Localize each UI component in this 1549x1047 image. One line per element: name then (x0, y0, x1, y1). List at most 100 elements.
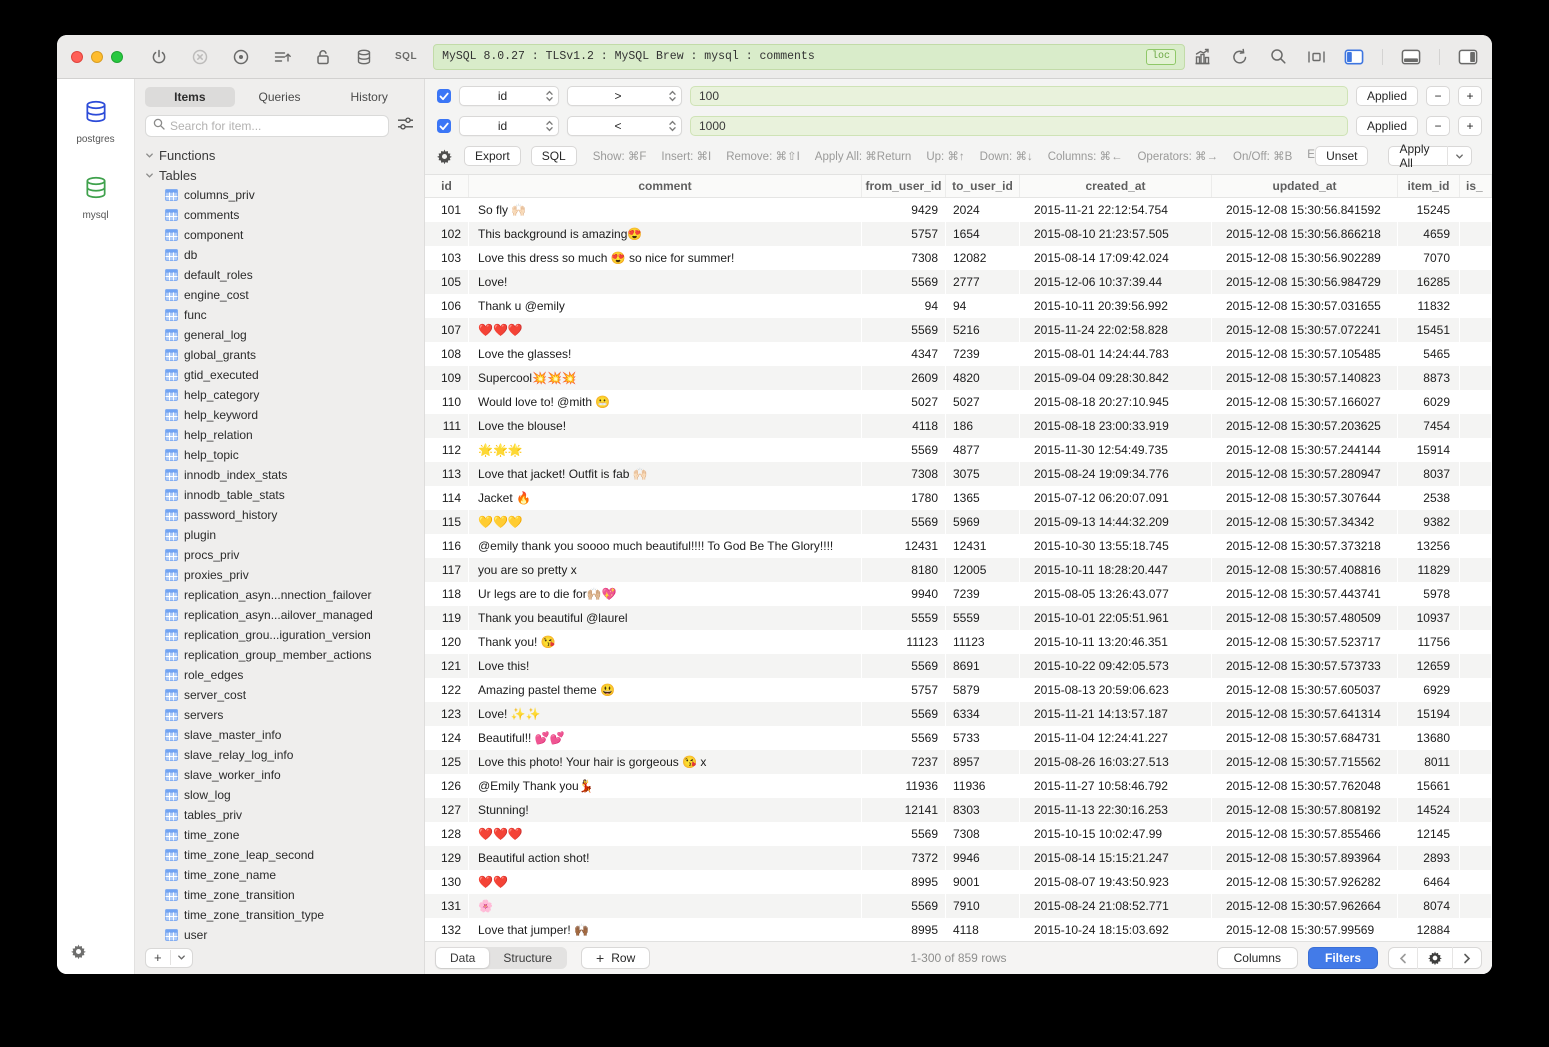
sidebar-table-item[interactable]: time_zone_leap_second (135, 845, 424, 865)
cell-to-user-id[interactable]: 4820 (946, 366, 1020, 390)
cell-from-user-id[interactable]: 8180 (862, 558, 946, 582)
cell-is[interactable] (1460, 222, 1492, 246)
column-header-to-user-id[interactable]: to_user_id (946, 175, 1020, 197)
cell-created-at[interactable]: 2015-10-11 20:39:56.992 (1020, 294, 1212, 318)
cell-comment[interactable]: This background is amazing😍 (469, 222, 862, 246)
cell-updated-at[interactable]: 2015-12-08 15:30:57.715562 (1212, 750, 1398, 774)
cell-comment[interactable]: So fly 🙌🏻 (469, 198, 862, 222)
sidebar-table-item[interactable]: slow_log (135, 785, 424, 805)
cell-updated-at[interactable]: 2015-12-08 15:30:57.762048 (1212, 774, 1398, 798)
cell-comment[interactable]: Love the glasses! (469, 342, 862, 366)
cell-updated-at[interactable]: 2015-12-08 15:30:57.605037 (1212, 678, 1398, 702)
cell-from-user-id[interactable]: 7237 (862, 750, 946, 774)
cell-comment[interactable]: ❤️❤️ (469, 870, 862, 894)
cell-to-user-id[interactable]: 12082 (946, 246, 1020, 270)
cell-id[interactable]: 132 (425, 918, 469, 941)
cell-to-user-id[interactable]: 94 (946, 294, 1020, 318)
cell-item-id[interactable]: 11756 (1398, 630, 1460, 654)
cell-updated-at[interactable]: 2015-12-08 15:30:57.203625 (1212, 414, 1398, 438)
cell-from-user-id[interactable]: 7308 (862, 246, 946, 270)
connection-mysql[interactable]: mysql (63, 167, 129, 229)
sidebar-table-item[interactable]: password_history (135, 505, 424, 525)
cell-comment[interactable]: 🌸 (469, 894, 862, 918)
sidebar-table-item[interactable]: tables_priv (135, 805, 424, 825)
cell-comment[interactable]: Would love to! @mith 😬 (469, 390, 862, 414)
cell-id[interactable]: 114 (425, 486, 469, 510)
sidebar-table-item[interactable]: procs_priv (135, 545, 424, 565)
cell-created-at[interactable]: 2015-11-30 12:54:49.735 (1020, 438, 1212, 462)
tree-section-tables[interactable]: Tables (135, 165, 424, 185)
sidebar-table-item[interactable]: help_keyword (135, 405, 424, 425)
cell-id[interactable]: 118 (425, 582, 469, 606)
cell-comment[interactable]: @emily thank you soooo much beautiful!!!… (469, 534, 862, 558)
cell-updated-at[interactable]: 2015-12-08 15:30:57.408816 (1212, 558, 1398, 582)
sidebar-search-field[interactable] (145, 115, 389, 137)
cell-id[interactable]: 120 (425, 630, 469, 654)
disconnect-icon[interactable] (190, 47, 210, 67)
sidebar-table-item[interactable]: component (135, 225, 424, 245)
filter-operator-select[interactable]: > (567, 86, 682, 106)
cell-is[interactable] (1460, 510, 1492, 534)
cell-created-at[interactable]: 2015-10-15 10:02:47.99 (1020, 822, 1212, 846)
cell-from-user-id[interactable]: 5569 (862, 654, 946, 678)
sidebar-table-item[interactable]: slave_worker_info (135, 765, 424, 785)
cell-item-id[interactable]: 13256 (1398, 534, 1460, 558)
filter-applied-button[interactable]: Applied (1356, 86, 1418, 106)
cell-id[interactable]: 115 (425, 510, 469, 534)
cell-to-user-id[interactable]: 12005 (946, 558, 1020, 582)
cell-comment[interactable]: 💛💛💛 (469, 510, 862, 534)
cell-created-at[interactable]: 2015-10-01 22:05:51.961 (1020, 606, 1212, 630)
cell-is[interactable] (1460, 846, 1492, 870)
sidebar-table-item[interactable]: db (135, 245, 424, 265)
cell-item-id[interactable]: 8873 (1398, 366, 1460, 390)
sidebar-table-item[interactable]: role_edges (135, 665, 424, 685)
cell-from-user-id[interactable]: 5569 (862, 318, 946, 342)
sidebar-table-item[interactable]: slave_relay_log_info (135, 745, 424, 765)
filter-settings-gear-icon[interactable] (437, 149, 452, 164)
sidebar-table-item[interactable]: engine_cost (135, 285, 424, 305)
cell-updated-at[interactable]: 2015-12-08 15:30:57.855466 (1212, 822, 1398, 846)
toggle-bottom-panel-icon[interactable] (1401, 47, 1421, 67)
cell-updated-at[interactable]: 2015-12-08 15:30:57.523717 (1212, 630, 1398, 654)
cell-created-at[interactable]: 2015-07-12 06:20:07.091 (1020, 486, 1212, 510)
cell-is[interactable] (1460, 894, 1492, 918)
cell-id[interactable]: 113 (425, 462, 469, 486)
cell-is[interactable] (1460, 630, 1492, 654)
cell-id[interactable]: 124 (425, 726, 469, 750)
cell-comment[interactable]: Stunning! (469, 798, 862, 822)
cell-updated-at[interactable]: 2015-12-08 15:30:57.166027 (1212, 390, 1398, 414)
cell-to-user-id[interactable]: 1654 (946, 222, 1020, 246)
cell-is[interactable] (1460, 798, 1492, 822)
cell-comment[interactable]: Thank you! 😘 (469, 630, 862, 654)
cell-created-at[interactable]: 2015-12-06 10:37:39.44 (1020, 270, 1212, 294)
cell-from-user-id[interactable]: 5569 (862, 438, 946, 462)
cell-to-user-id[interactable]: 5733 (946, 726, 1020, 750)
cell-item-id[interactable]: 7070 (1398, 246, 1460, 270)
column-header-id[interactable]: id (425, 175, 469, 197)
cell-item-id[interactable]: 12659 (1398, 654, 1460, 678)
sidebar-table-item[interactable]: time_zone (135, 825, 424, 845)
cell-from-user-id[interactable]: 8995 (862, 870, 946, 894)
cell-created-at[interactable]: 2015-11-21 14:13:57.187 (1020, 702, 1212, 726)
filter-options-icon[interactable] (397, 116, 414, 136)
sidebar-table-item[interactable]: comments (135, 205, 424, 225)
cell-updated-at[interactable]: 2015-12-08 15:30:57.480509 (1212, 606, 1398, 630)
chart-icon[interactable] (1192, 47, 1212, 67)
cell-item-id[interactable]: 9382 (1398, 510, 1460, 534)
cell-updated-at[interactable]: 2015-12-08 15:30:57.34342 (1212, 510, 1398, 534)
column-header-is[interactable]: is_ (1460, 175, 1492, 197)
cell-to-user-id[interactable]: 5969 (946, 510, 1020, 534)
column-header-from-user-id[interactable]: from_user_id (862, 175, 946, 197)
sidebar-table-item[interactable]: help_topic (135, 445, 424, 465)
filter-enabled-checkbox[interactable] (437, 119, 451, 133)
cell-to-user-id[interactable]: 7910 (946, 894, 1020, 918)
cell-item-id[interactable]: 10937 (1398, 606, 1460, 630)
column-header-comment[interactable]: comment (469, 175, 862, 197)
sidebar-table-item[interactable]: plugin (135, 525, 424, 545)
cell-from-user-id[interactable]: 5569 (862, 894, 946, 918)
tree-section-functions[interactable]: Functions (135, 145, 424, 165)
cell-to-user-id[interactable]: 5559 (946, 606, 1020, 630)
cell-from-user-id[interactable]: 12141 (862, 798, 946, 822)
cell-comment[interactable]: Love that jumper! 🙌🏾 (469, 918, 862, 941)
sidebar-table-item[interactable]: time_zone_transition (135, 885, 424, 905)
